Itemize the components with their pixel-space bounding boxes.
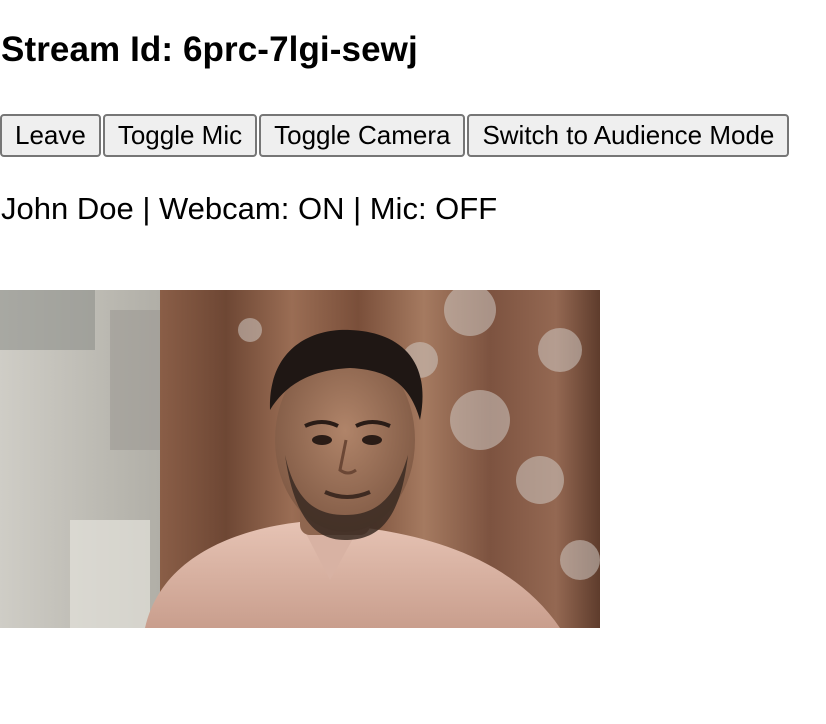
webcam-video (0, 290, 600, 628)
leave-button[interactable]: Leave (0, 114, 101, 157)
switch-to-audience-mode-button[interactable]: Switch to Audience Mode (467, 114, 790, 157)
toggle-camera-button[interactable]: Toggle Camera (259, 114, 466, 157)
stream-id-title: Stream Id: 6prc-7lgi-sewj (1, 30, 418, 69)
stream-page: Stream Id: 6prc-7lgi-sewj Leave Toggle M… (0, 0, 826, 724)
toggle-mic-button[interactable]: Toggle Mic (102, 114, 258, 157)
meeting-controls: Leave Toggle Mic Toggle Camera Switch to… (0, 114, 790, 157)
participant-status: John Doe | Webcam: ON | Mic: OFF (1, 191, 498, 226)
webcam-feed-image (0, 290, 600, 628)
